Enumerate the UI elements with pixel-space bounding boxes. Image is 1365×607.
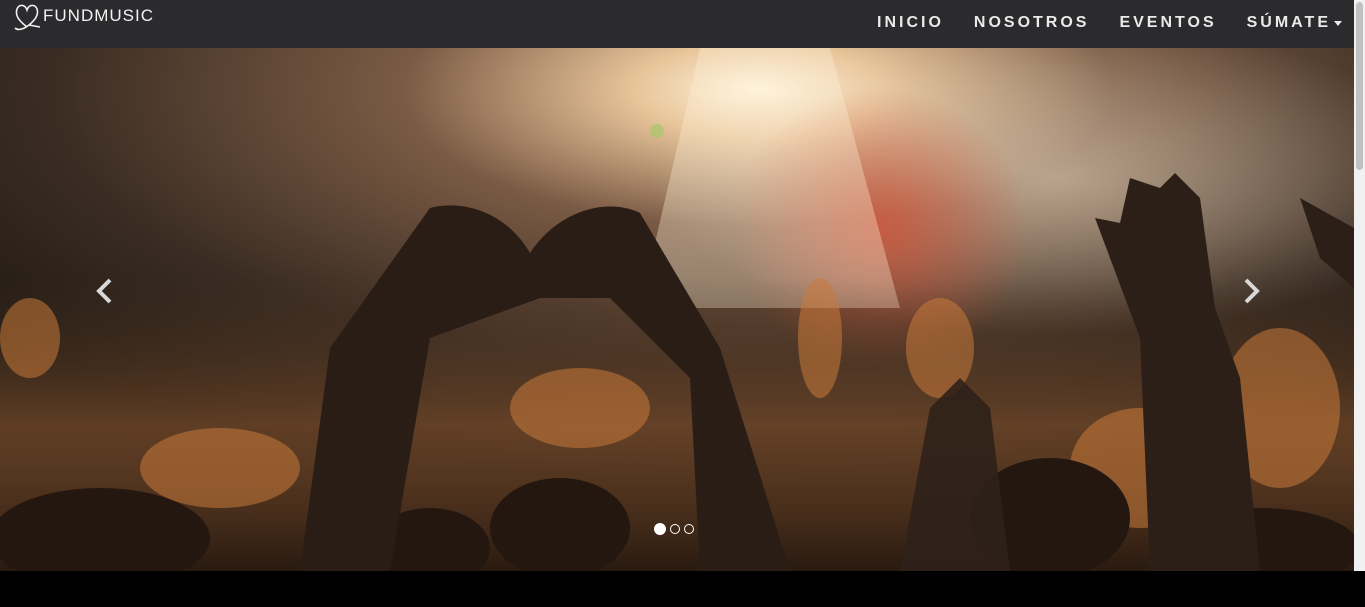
nav-item-label: EVENTOS [1119,14,1217,31]
chevron-right-icon [1244,278,1260,304]
nav-item-label: SÚMATE [1246,14,1331,31]
nav-item-inicio[interactable]: INICIO [877,14,944,32]
nav-item-label: INICIO [877,14,944,31]
page-scrollbar[interactable] [1354,0,1365,572]
carousel-indicator-1[interactable] [654,523,666,535]
hero-carousel [0,48,1354,571]
heart-note-icon [14,4,41,31]
carousel-prev-button[interactable] [90,276,120,306]
carousel-indicators [654,523,694,535]
carousel-indicator-3[interactable] [684,524,694,534]
carousel-next-button[interactable] [1236,276,1266,306]
brand-name: FUNDMUSIC [43,6,154,25]
caret-down-icon [1334,20,1342,26]
chevron-left-icon [96,278,112,304]
carousel-indicator-2[interactable] [670,524,680,534]
navbar: FUNDMUSIC INICIO NOSOTROS EVENTOS SÚMATE [0,0,1354,48]
brand-logo[interactable]: FUNDMUSIC [14,0,154,32]
nav-item-eventos[interactable]: EVENTOS [1119,14,1216,32]
nav-item-sumate[interactable]: SÚMATE [1247,14,1342,32]
nav-item-nosotros[interactable]: NOSOTROS [974,14,1090,32]
nav-item-label: NOSOTROS [973,14,1090,31]
main-nav: INICIO NOSOTROS EVENTOS SÚMATE [877,0,1354,46]
concert-crowd-image [0,48,1354,571]
page-bottom-section [0,571,1365,607]
scrollbar-thumb[interactable] [1356,2,1363,170]
